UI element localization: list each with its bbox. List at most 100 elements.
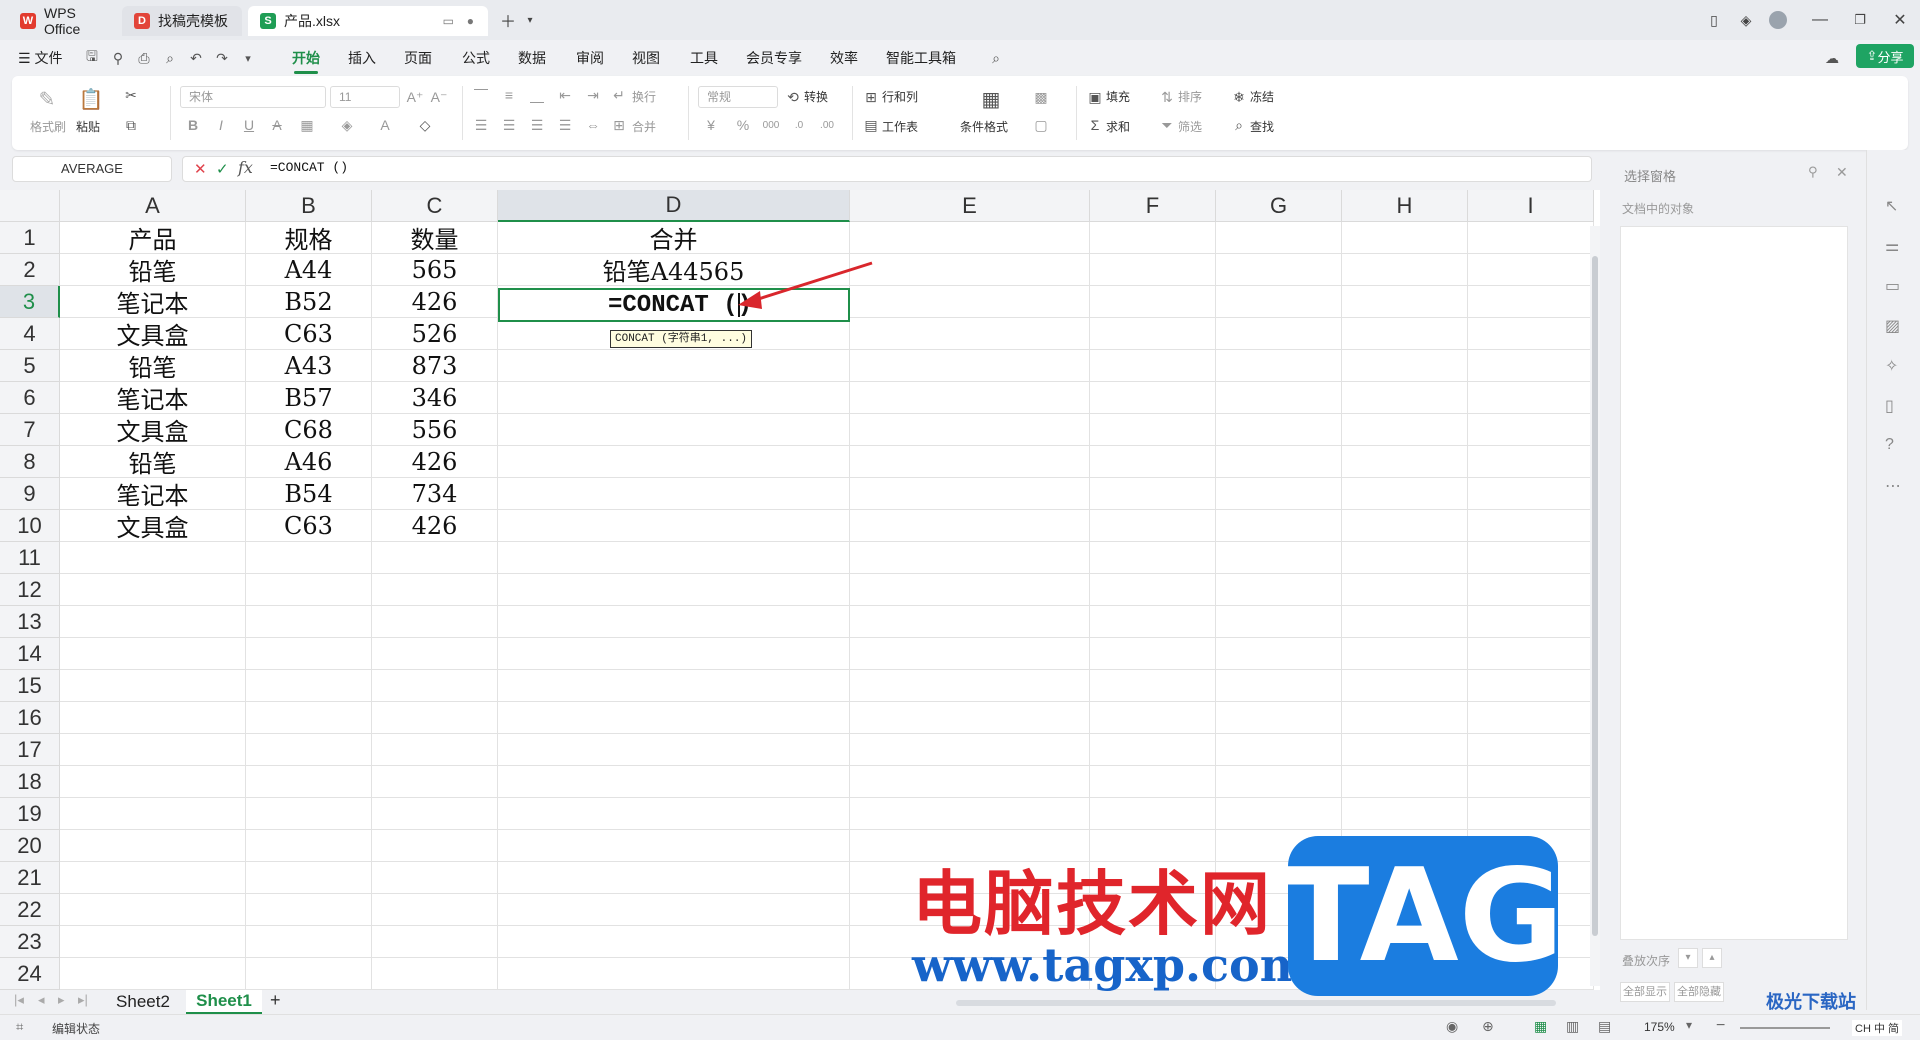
cell-d20[interactable]	[498, 830, 850, 862]
zoom-level[interactable]: 175%	[1644, 1020, 1675, 1034]
order-up-icon[interactable]: ▴	[1702, 948, 1722, 968]
cell-i6[interactable]	[1468, 382, 1594, 414]
cell-e19[interactable]	[850, 798, 1090, 830]
eye-icon[interactable]: ◉	[1446, 1018, 1458, 1035]
cell-i17[interactable]	[1468, 734, 1594, 766]
cell-e11[interactable]	[850, 542, 1090, 574]
align-middle-icon[interactable]: ≡	[500, 86, 518, 104]
menu-home[interactable]: 开始	[292, 48, 320, 68]
cell-d14[interactable]	[498, 638, 850, 670]
cell-i7[interactable]	[1468, 414, 1594, 446]
cell-b2[interactable]: A44	[246, 254, 372, 286]
justify-icon[interactable]: ☰	[556, 116, 574, 134]
column-header-b[interactable]: B	[246, 190, 372, 222]
cell-a6[interactable]: 笔记本	[60, 382, 246, 414]
cell-b3[interactable]: B52	[246, 286, 372, 318]
cell-a21[interactable]	[60, 862, 246, 894]
scrollbar-thumb[interactable]	[1592, 256, 1598, 936]
pane-close-icon[interactable]: ✕	[1836, 164, 1848, 181]
pin-icon[interactable]: ⚲	[1808, 164, 1818, 180]
cell-c17[interactable]	[372, 734, 498, 766]
cell-d10[interactable]	[498, 510, 850, 542]
row-header-20[interactable]: 20	[0, 830, 60, 862]
cell-h7[interactable]	[1342, 414, 1468, 446]
cell-c1[interactable]: 数量	[372, 222, 498, 254]
cell-e12[interactable]	[850, 574, 1090, 606]
column-header-d[interactable]: D	[498, 190, 850, 222]
more-chevron-icon[interactable]: ▾	[240, 50, 256, 66]
cell-i12[interactable]	[1468, 574, 1594, 606]
cell-f14[interactable]	[1090, 638, 1216, 670]
menu-formula[interactable]: 公式	[462, 48, 490, 68]
cell-c15[interactable]	[372, 670, 498, 702]
cell-h6[interactable]	[1342, 382, 1468, 414]
cell-e8[interactable]	[850, 446, 1090, 478]
avatar[interactable]	[1764, 8, 1792, 32]
print-icon[interactable]: ⎙	[136, 50, 152, 66]
cell-a24[interactable]	[60, 958, 246, 990]
sheet-tab-sheet2[interactable]: Sheet2	[104, 990, 182, 1014]
cell-c14[interactable]	[372, 638, 498, 670]
row-header-18[interactable]: 18	[0, 766, 60, 798]
cell-d17[interactable]	[498, 734, 850, 766]
tab-template[interactable]: D 找稿壳模板	[122, 6, 242, 36]
page-layout-icon[interactable]: ▥	[1566, 1018, 1579, 1035]
find-icon[interactable]: ⌕	[1230, 116, 1248, 134]
cell-b7[interactable]: C68	[246, 414, 372, 446]
column-header-c[interactable]: C	[372, 190, 498, 222]
cell-a20[interactable]	[60, 830, 246, 862]
cell-c20[interactable]	[372, 830, 498, 862]
layout-icon[interactable]: ▯	[1700, 8, 1728, 32]
clear-icon[interactable]: ◇	[416, 116, 434, 134]
next-sheet-icon[interactable]: ▸	[58, 992, 65, 1008]
menu-insert[interactable]: 插入	[348, 48, 376, 68]
filter-label[interactable]: 筛选	[1178, 118, 1202, 135]
cell-b20[interactable]	[246, 830, 372, 862]
close-icon[interactable]: ✕	[1886, 8, 1914, 32]
more-icon[interactable]: ⋯	[1885, 476, 1901, 496]
paste-label[interactable]: 粘贴	[76, 118, 100, 135]
cell-a1[interactable]: 产品	[60, 222, 246, 254]
cell-b9[interactable]: B54	[246, 478, 372, 510]
link-icon[interactable]: ⚲	[110, 50, 126, 66]
cell-f11[interactable]	[1090, 542, 1216, 574]
cell-d23[interactable]	[498, 926, 850, 958]
freeze-label[interactable]: 冻结	[1250, 88, 1274, 105]
cell-i4[interactable]	[1468, 318, 1594, 350]
ime-indicator[interactable]: CH 中 简	[1852, 1020, 1902, 1036]
align-center-icon[interactable]: ☰	[500, 116, 518, 134]
tools-icon[interactable]: ✧	[1885, 356, 1898, 376]
cut-icon[interactable]: ✂	[122, 86, 140, 104]
cell-h12[interactable]	[1342, 574, 1468, 606]
column-header-h[interactable]: H	[1342, 190, 1468, 222]
cell-e16[interactable]	[850, 702, 1090, 734]
cell-b5[interactable]: A43	[246, 350, 372, 382]
cell-b12[interactable]	[246, 574, 372, 606]
cell-b4[interactable]: C63	[246, 318, 372, 350]
row-header-22[interactable]: 22	[0, 894, 60, 926]
sheet-tab-sheet1[interactable]: Sheet1	[186, 990, 262, 1014]
first-sheet-icon[interactable]: |◂	[14, 992, 24, 1008]
cell-h4[interactable]	[1342, 318, 1468, 350]
cell-i11[interactable]	[1468, 542, 1594, 574]
cell-d24[interactable]	[498, 958, 850, 990]
cell-d1[interactable]: 合并	[498, 222, 850, 254]
cell-c24[interactable]	[372, 958, 498, 990]
preview-icon[interactable]: ⌕	[162, 50, 178, 66]
zoom-chevron-icon[interactable]: ▾	[1686, 1018, 1692, 1032]
cell-h10[interactable]	[1342, 510, 1468, 542]
row-header-10[interactable]: 10	[0, 510, 60, 542]
tab-product-xlsx[interactable]: S 产品.xlsx ▭ ●	[248, 6, 488, 36]
percent-icon[interactable]: %	[734, 116, 752, 134]
cell-h8[interactable]	[1342, 446, 1468, 478]
cell-c5[interactable]: 873	[372, 350, 498, 382]
cell-g15[interactable]	[1216, 670, 1342, 702]
cell-d11[interactable]	[498, 542, 850, 574]
cell-c12[interactable]	[372, 574, 498, 606]
cell-a17[interactable]	[60, 734, 246, 766]
cell-c6[interactable]: 346	[372, 382, 498, 414]
column-header-f[interactable]: F	[1090, 190, 1216, 222]
cell-i18[interactable]	[1468, 766, 1594, 798]
cell-d5[interactable]	[498, 350, 850, 382]
cell-c23[interactable]	[372, 926, 498, 958]
